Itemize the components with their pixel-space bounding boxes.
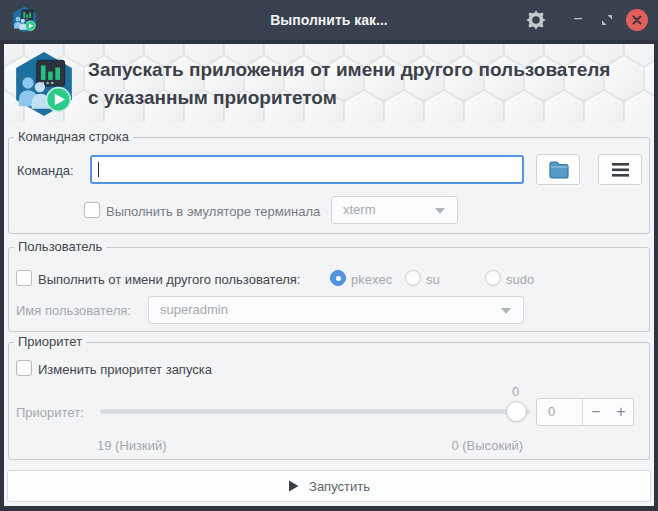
restore-button[interactable] [601,14,613,26]
run-button-label: Запустить [309,479,370,494]
priority-spinbox: 0 − + [536,398,634,426]
titlebar: Выполнить как... − [0,0,658,40]
radio-su-label: su [426,272,440,287]
radio-pkexec-label: pkexec [351,272,392,287]
command-label: Команда: [17,163,74,178]
radio-su[interactable] [405,270,421,286]
terminal-checkbox[interactable] [84,202,100,218]
run-as-window: Выполнить как... − [0,0,658,511]
priority-mark-low: 19 (Низкий) [97,438,167,453]
run-button[interactable]: Запустить [7,470,651,502]
spin-minus-button[interactable]: − [583,399,609,425]
priority-spin-value: 0 [548,399,555,425]
terminal-checkbox-label: Выполнить в эмуляторе терминала [106,204,320,219]
username-select[interactable]: superadmin [148,296,524,324]
header-title-line2: с указанным приоритетом [88,84,648,112]
hamburger-menu-icon [612,163,629,177]
command-section-legend: Командная строка [14,129,133,144]
minimize-button[interactable]: − [569,0,587,40]
change-priority-label: Изменить приоритет запуска [38,362,212,377]
chevron-down-icon [501,308,511,314]
chevron-down-icon [435,208,445,214]
header-title: Запускать приложения от имени другого по… [88,56,648,112]
runas-checkbox[interactable] [16,270,32,286]
text-caret [98,162,99,177]
close-button[interactable] [626,9,648,31]
settings-gear-icon[interactable] [526,10,546,30]
app-icon-large [11,51,77,117]
radio-sudo-label: sudo [506,272,534,287]
header-title-line1: Запускать приложения от имени другого по… [88,56,648,84]
priority-slider-track[interactable] [100,409,530,414]
username-label: Имя пользователя: [16,303,131,318]
play-icon [288,480,299,492]
radio-sudo[interactable] [485,270,501,286]
close-x-icon [631,14,643,26]
menu-button[interactable] [598,154,642,185]
terminal-emulator-select[interactable]: xterm [331,196,458,224]
priority-mark-high: 0 (Высокий) [373,438,523,453]
browse-file-button[interactable] [536,154,580,185]
change-priority-checkbox[interactable] [16,360,32,376]
slider-value-label: 0 [512,384,519,399]
spin-plus-button[interactable]: + [608,399,634,425]
priority-section-legend: Приоритет [14,334,86,349]
command-input[interactable] [90,155,524,184]
runas-checkbox-label: Выполнить от имени другого пользователя: [38,272,300,287]
command-section: Командная строка [8,137,650,234]
priority-label: Приоритет: [16,405,84,420]
user-section-legend: Пользователь [14,239,106,254]
terminal-emulator-value: xterm [343,197,376,223]
username-value: superadmin [160,297,228,323]
window-title: Выполнить как... [0,0,658,40]
priority-slider-handle[interactable] [506,401,527,422]
radio-pkexec[interactable] [330,270,346,286]
folder-icon [549,161,569,179]
